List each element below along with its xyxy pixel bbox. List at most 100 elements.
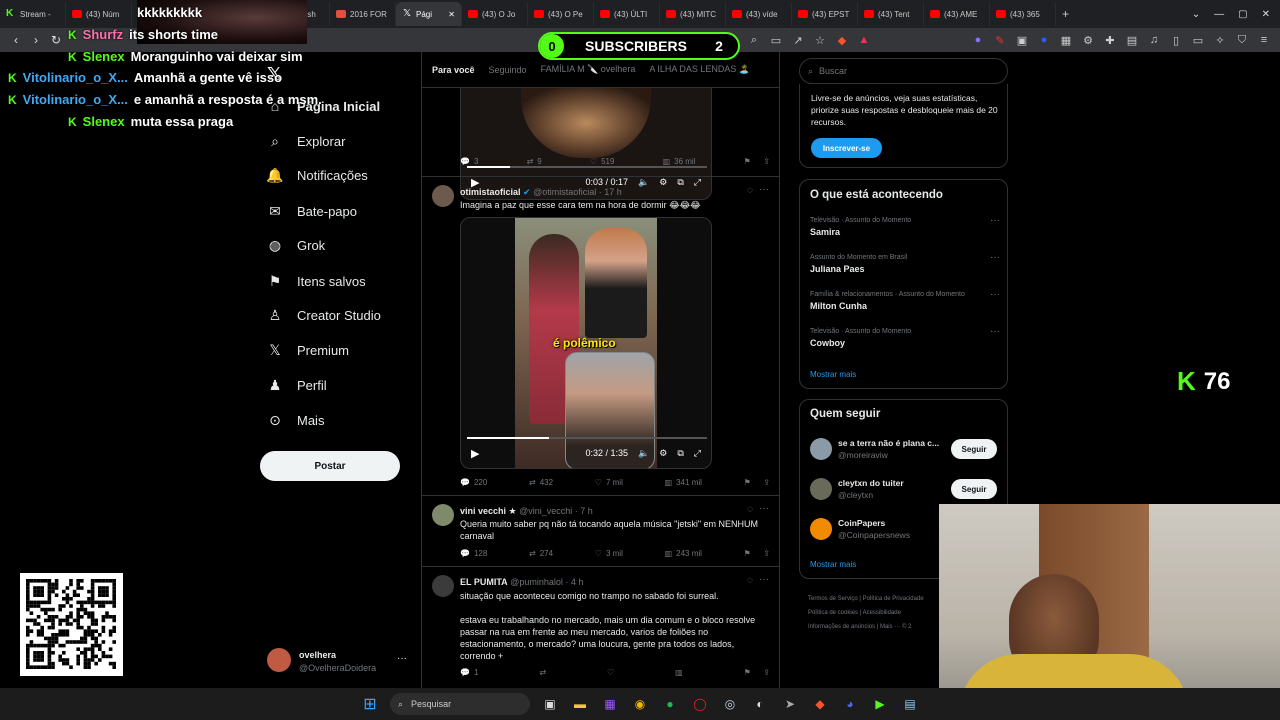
browser-tab[interactable]: (43) ÚLTI: [594, 2, 660, 26]
tweet3-avatar[interactable]: [432, 575, 454, 597]
views-count[interactable]: ▥ 243 mil: [665, 549, 702, 558]
browser-tab[interactable]: (43) Tent: [858, 2, 924, 26]
account-more-icon[interactable]: ···: [397, 653, 407, 664]
volume-icon[interactable]: 🔈: [638, 448, 649, 459]
footer-cookies[interactable]: Política de cookies: [808, 610, 858, 616]
chrome-icon[interactable]: ◉: [630, 694, 650, 714]
subscribe-button[interactable]: Inscrever-se: [811, 138, 882, 158]
settings-icon[interactable]: ⚙: [659, 177, 667, 188]
tab-search-icon[interactable]: ⌄: [1192, 9, 1200, 20]
reload-icon[interactable]: ↻: [46, 33, 66, 47]
close-window-icon[interactable]: ✕: [1262, 9, 1270, 20]
sidebar-item-explorar[interactable]: ⌕ Explorar: [267, 130, 345, 152]
extension-5-icon[interactable]: ▦: [1056, 30, 1076, 50]
reply-button[interactable]: 💬 128: [460, 549, 487, 558]
tweet1-more-icon[interactable]: ···: [759, 184, 769, 195]
tab-ilha-das-lendas[interactable]: A ILHA DAS LENDAS 🏝️: [649, 64, 750, 75]
kick-app-icon[interactable]: ▶: [870, 694, 890, 714]
menu-icon[interactable]: ≡: [1254, 30, 1274, 50]
extension-7-icon[interactable]: ▤: [1122, 30, 1142, 50]
sidebar-item-premium[interactable]: 𝕏 Premium: [267, 339, 349, 361]
windows-start-icon[interactable]: ⊞: [360, 694, 380, 714]
share-icon[interactable]: ⇪: [763, 549, 770, 558]
footer-accessibility[interactable]: Acessibilidade: [863, 610, 901, 616]
browser-tab[interactable]: (43) víde: [726, 2, 792, 26]
follow-suggestion[interactable]: cleytxn do tuiter @cleytxn Seguir: [800, 476, 1007, 506]
tweet1-avatar[interactable]: [432, 185, 454, 207]
pip-icon[interactable]: ⧉: [677, 177, 683, 188]
share-icon[interactable]: ⇪: [763, 157, 770, 166]
trend-item[interactable]: Televisão · Assunto do Momento Cowboy ···: [810, 326, 1000, 348]
bookmark-icon[interactable]: ⚑: [744, 478, 751, 487]
sidebar-item-grok[interactable]: ◍ Grok: [267, 234, 325, 256]
repost-button[interactable]: ⇄: [539, 668, 546, 677]
pip-icon[interactable]: ⧉: [677, 448, 683, 459]
follow-avatar[interactable]: [810, 518, 832, 540]
tweet2-avatar[interactable]: [432, 504, 454, 526]
sidebar-icon[interactable]: ▯: [1166, 30, 1186, 50]
forward-icon[interactable]: ›: [26, 33, 46, 47]
follow-show-more[interactable]: Mostrar mais: [810, 560, 856, 569]
sidebar-item-perfil[interactable]: ♟ Perfil: [267, 374, 327, 396]
trend-item[interactable]: Assunto do Momento em Brasil Juliana Paes…: [810, 252, 1000, 274]
views-count[interactable]: ▥ 36 mil: [663, 157, 696, 166]
views-count[interactable]: ▥ 341 mil: [665, 478, 702, 487]
extension-3-icon[interactable]: ▣: [1012, 30, 1032, 50]
extensions-puzzle-icon[interactable]: ✚: [1100, 30, 1120, 50]
extension-1-icon[interactable]: ●: [968, 30, 988, 50]
new-tab-button[interactable]: +: [1056, 2, 1075, 26]
footer-ads-info[interactable]: Informações de anúncios: [808, 624, 875, 630]
volume-icon[interactable]: 🔈: [638, 177, 649, 188]
browser-tab[interactable]: (43) O Pe: [528, 2, 594, 26]
browser-tab[interactable]: (43) Núm: [66, 2, 132, 26]
grok-icon[interactable]: ◌: [747, 575, 753, 586]
file-explorer-icon[interactable]: ▬: [570, 694, 590, 714]
fullscreen-icon[interactable]: ⤢: [694, 177, 701, 188]
trending-show-more[interactable]: Mostrar mais: [810, 370, 856, 379]
browser-tab[interactable]: (43) MITC: [660, 2, 726, 26]
footer-more[interactable]: Mais ··· © 2: [880, 624, 911, 630]
brave-rewards-icon[interactable]: ▲: [854, 30, 874, 50]
repost-button[interactable]: ⇄ 432: [529, 478, 553, 487]
browser-tab[interactable]: (43) EPST: [792, 2, 858, 26]
footer-terms[interactable]: Termos de Serviço: [808, 596, 858, 602]
bookmark-icon[interactable]: ⚑: [744, 157, 751, 166]
cast-icon[interactable]: ▭: [766, 30, 786, 50]
tweet3-more-icon[interactable]: ···: [759, 574, 769, 585]
trend-more-icon[interactable]: ···: [990, 215, 1000, 226]
reply-button[interactable]: 💬 3: [460, 157, 478, 166]
tab-para-voce[interactable]: Para você: [432, 65, 475, 75]
browser-tab[interactable]: (43) AME: [924, 2, 990, 26]
browser-tab[interactable]: K Stream -: [0, 2, 66, 26]
browser-tab[interactable]: (43) O Jo: [462, 2, 528, 26]
app-grid-icon[interactable]: ▦: [600, 694, 620, 714]
back-icon[interactable]: ‹: [6, 33, 26, 47]
tab-seguindo[interactable]: Seguindo: [489, 65, 527, 75]
settings-icon[interactable]: ⚙: [659, 448, 667, 459]
opera-icon[interactable]: ◯: [690, 694, 710, 714]
browser-tab[interactable]: (43) 365: [990, 2, 1056, 26]
spotify-icon[interactable]: ●: [660, 694, 680, 714]
extension-2-icon[interactable]: ✎: [990, 30, 1010, 50]
vpn-icon[interactable]: ⛉: [1232, 30, 1252, 50]
tweet0-video[interactable]: ▶ 0:03 / 0:17 🔈 ⚙ ⧉ ⤢: [460, 88, 712, 200]
sidebar-item-mais[interactable]: ⊙ Mais: [267, 409, 324, 431]
grok-icon[interactable]: ◌: [747, 185, 753, 196]
reply-button[interactable]: 💬 220: [460, 478, 487, 487]
task-view-icon[interactable]: ▣: [540, 694, 560, 714]
bookmark-icon[interactable]: ⚑: [744, 549, 751, 558]
bookmark-icon[interactable]: ⚑: [744, 668, 751, 677]
extension-4-icon[interactable]: ●: [1034, 30, 1054, 50]
sidebar-item-bate-papo[interactable]: ✉ Bate-papo: [267, 200, 357, 222]
bookmark-star-icon[interactable]: ☆: [810, 30, 830, 50]
tweet2-more-icon[interactable]: ···: [759, 503, 769, 514]
close-tab-icon[interactable]: ✕: [448, 10, 455, 19]
like-button[interactable]: ♡ 7 mil: [595, 478, 623, 487]
app-icon[interactable]: ◐: [750, 694, 770, 714]
reply-button[interactable]: 💬 1: [460, 668, 478, 677]
minimize-icon[interactable]: —: [1214, 9, 1224, 20]
brave-shield-icon[interactable]: ◆: [832, 30, 852, 50]
tab-familia[interactable]: FAMÍLIA M 🔪 ovelhera: [541, 64, 636, 75]
trend-item[interactable]: Família & relacionamentos · Assunto do M…: [810, 289, 1000, 311]
post-button[interactable]: Postar: [260, 451, 400, 481]
